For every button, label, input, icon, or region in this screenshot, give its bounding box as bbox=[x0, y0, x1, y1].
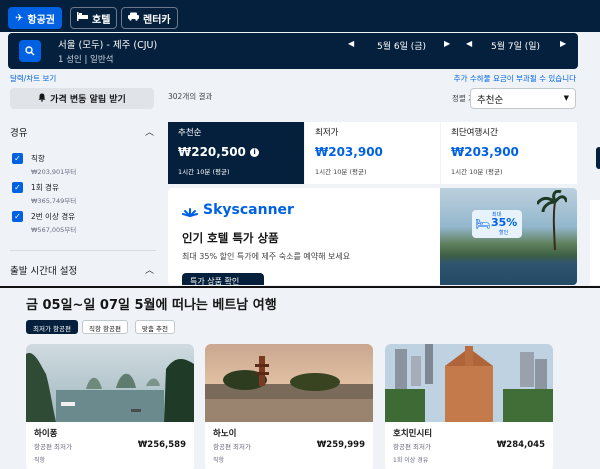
sort-value: 추천순 bbox=[477, 95, 504, 106]
depart-next-arrow-icon[interactable]: ▶ bbox=[444, 39, 450, 48]
vietnam-trips-section: 금 05일~일 07일 5월에 떠나는 베트남 여행 최저가 항공편 직항 항공… bbox=[0, 286, 600, 469]
checkbox-one-stop[interactable]: ✓ bbox=[12, 182, 23, 193]
chip-cheapest[interactable]: 최저가 항공편 bbox=[26, 320, 78, 334]
search-button[interactable] bbox=[19, 40, 41, 62]
route-text: 서울 (모두) - 제주 (CJU) bbox=[58, 40, 158, 51]
tab-flights[interactable]: ✈ 항공권 bbox=[8, 7, 62, 29]
car-icon bbox=[128, 12, 139, 24]
destination-name: 호치민시티 bbox=[393, 429, 433, 439]
discount-badge: 🛏 최대 35% 할인 bbox=[472, 210, 522, 238]
sort-select[interactable]: 추천순 ▼ bbox=[470, 88, 576, 109]
hotel-promo-banner[interactable]: Skyscanner 인기 호텔 특가 상품 최대 35% 할인 특가에 제주 … bbox=[168, 188, 577, 285]
promo-heading: 인기 호텔 특가 상품 bbox=[182, 231, 279, 245]
bell-icon bbox=[38, 93, 46, 105]
plane-icon: ✈ bbox=[15, 12, 24, 24]
tab-car-rental[interactable]: 렌터카 bbox=[121, 7, 178, 29]
sort-card-price: ₩220,500 i bbox=[178, 145, 294, 159]
return-next-arrow-icon[interactable]: ▶ bbox=[560, 39, 566, 48]
checkbox-direct[interactable]: ✓ bbox=[12, 153, 23, 164]
passenger-class-text: 1 성인 | 일반석 bbox=[58, 55, 114, 65]
return-date[interactable]: 5월 7일 (일) bbox=[491, 39, 540, 52]
saigon-city-image bbox=[385, 344, 553, 422]
destination-flight-type: 직항 bbox=[34, 457, 46, 464]
destination-subtitle: 항공편 최저가 bbox=[393, 443, 431, 451]
stop-option-label: 2번 이상 경유 bbox=[31, 212, 76, 221]
checkbox-two-plus-stops[interactable]: ✓ bbox=[12, 211, 23, 222]
sunburst-icon bbox=[182, 208, 198, 217]
palm-tree-icon bbox=[537, 190, 567, 250]
sort-card-title: 최저가 bbox=[315, 128, 339, 138]
sort-card-fastest[interactable]: 최단여행시간 ₩203,900 1시간 10분 (평균) bbox=[441, 122, 577, 184]
sort-card-title: 추천순 bbox=[178, 128, 202, 138]
resort-pool-image: 🛏 최대 35% 할인 bbox=[440, 188, 577, 285]
sort-card-duration: 1시간 10분 (평균) bbox=[315, 168, 367, 176]
baggage-fee-link[interactable]: 추가 수하물 요금이 부과될 수 있습니다 bbox=[454, 73, 576, 84]
halong-bay-image bbox=[26, 344, 194, 422]
chevron-up-icon[interactable]: ︿ bbox=[145, 263, 154, 276]
price-alert-button[interactable]: 가격 변동 알림 받기 bbox=[10, 88, 154, 109]
destination-flight-type: 직항 bbox=[213, 457, 225, 464]
bed-icon bbox=[77, 12, 88, 24]
skyscanner-logo: Skyscanner bbox=[182, 202, 294, 218]
promo-deals-button[interactable]: 특가 상품 확인 bbox=[182, 273, 264, 285]
hotel-bed-icon: 🛏 bbox=[475, 217, 491, 231]
sort-card-duration: 1시간 10분 (평균) bbox=[451, 168, 503, 176]
stops-filter-heading[interactable]: 경유 bbox=[10, 125, 27, 139]
destination-name: 하노이 bbox=[213, 429, 237, 439]
tab-flights-label: 항공권 bbox=[27, 14, 55, 26]
chip-direct[interactable]: 직항 항공편 bbox=[82, 320, 128, 334]
caret-down-icon: ▼ bbox=[563, 94, 569, 102]
badge-percent: 35% bbox=[491, 216, 518, 229]
destination-subtitle: 항공편 최저가 bbox=[213, 443, 251, 451]
destination-price: ₩259,999 bbox=[316, 440, 365, 450]
departure-time-heading[interactable]: 출발 시간대 설정 bbox=[10, 263, 77, 277]
badge-bottom-text: 할인 bbox=[499, 230, 509, 236]
sort-card-cheapest[interactable]: 최저가 ₩203,900 1시간 10분 (평균) bbox=[305, 122, 440, 184]
side-panel-toggle[interactable] bbox=[596, 147, 600, 169]
price-alert-label: 가격 변동 알림 받기 bbox=[50, 95, 126, 105]
tab-hotels[interactable]: 호텔 bbox=[70, 7, 118, 29]
promo-subtext: 최대 35% 할인 특가에 제주 숙소를 예약해 보세요 bbox=[182, 252, 351, 261]
chip-recommended[interactable]: 맞춤 추천 bbox=[135, 320, 175, 334]
hanoi-pagoda-image bbox=[205, 344, 373, 422]
sort-card-duration: 1시간 10분 (평균) bbox=[178, 168, 230, 176]
depart-date[interactable]: 5월 6일 (금) bbox=[377, 39, 426, 52]
depart-prev-arrow-icon[interactable]: ◀ bbox=[348, 39, 354, 48]
calendar-chart-link[interactable]: 달력/차트 보기 bbox=[10, 73, 56, 84]
tab-car-rental-label: 렌터카 bbox=[143, 14, 171, 26]
stop-option-label: 1회 경유 bbox=[31, 183, 59, 192]
info-icon[interactable]: i bbox=[250, 148, 260, 157]
destination-price: ₩256,589 bbox=[137, 440, 186, 450]
chevron-up-icon[interactable]: ︿ bbox=[145, 125, 154, 138]
destination-name: 하이퐁 bbox=[34, 429, 58, 439]
destination-card-hanoi[interactable]: 하노이 항공편 최저가 ₩259,999 직항 bbox=[205, 344, 373, 469]
stop-option-price: ₩203,901부터 bbox=[31, 168, 77, 176]
side-panel-edge bbox=[590, 200, 600, 285]
filter-divider bbox=[10, 250, 156, 251]
top-navigation: ✈ 항공권 호텔 렌터카 bbox=[0, 0, 600, 32]
brand-name: Skyscanner bbox=[203, 202, 294, 218]
return-prev-arrow-icon[interactable]: ◀ bbox=[466, 39, 472, 48]
stop-option-price: ₩567,005부터 bbox=[31, 226, 77, 234]
destination-card-ho-chi-minh[interactable]: 호치민시티 항공편 최저가 ₩284,045 1회 이상 경유 bbox=[385, 344, 553, 469]
destination-price: ₩284,045 bbox=[496, 440, 545, 450]
destination-subtitle: 항공편 최저가 bbox=[34, 443, 72, 451]
stop-option-label: 직항 bbox=[31, 154, 45, 163]
results-count: 302개의 결과 bbox=[168, 92, 213, 101]
search-icon bbox=[25, 46, 35, 56]
stop-option-price: ₩365,749부터 bbox=[31, 197, 77, 205]
destination-flight-type: 1회 이상 경유 bbox=[393, 457, 429, 464]
sort-card-price: ₩203,900 bbox=[315, 145, 383, 159]
flight-search-summary[interactable]: 서울 (모두) - 제주 (CJU) 1 성인 | 일반석 ◀ 5월 6일 (금… bbox=[8, 33, 578, 69]
tab-hotels-label: 호텔 bbox=[92, 14, 111, 26]
section-title: 금 05일~일 07일 5월에 떠나는 베트남 여행 bbox=[26, 298, 277, 313]
sort-card-recommended[interactable]: 추천순 ₩220,500 i 1시간 10분 (평균) bbox=[168, 122, 304, 184]
destination-card-haiphong[interactable]: 하이퐁 항공편 최저가 ₩256,589 직항 bbox=[26, 344, 194, 469]
sort-card-title: 최단여행시간 bbox=[451, 128, 498, 138]
sort-card-price: ₩203,900 bbox=[451, 145, 519, 159]
